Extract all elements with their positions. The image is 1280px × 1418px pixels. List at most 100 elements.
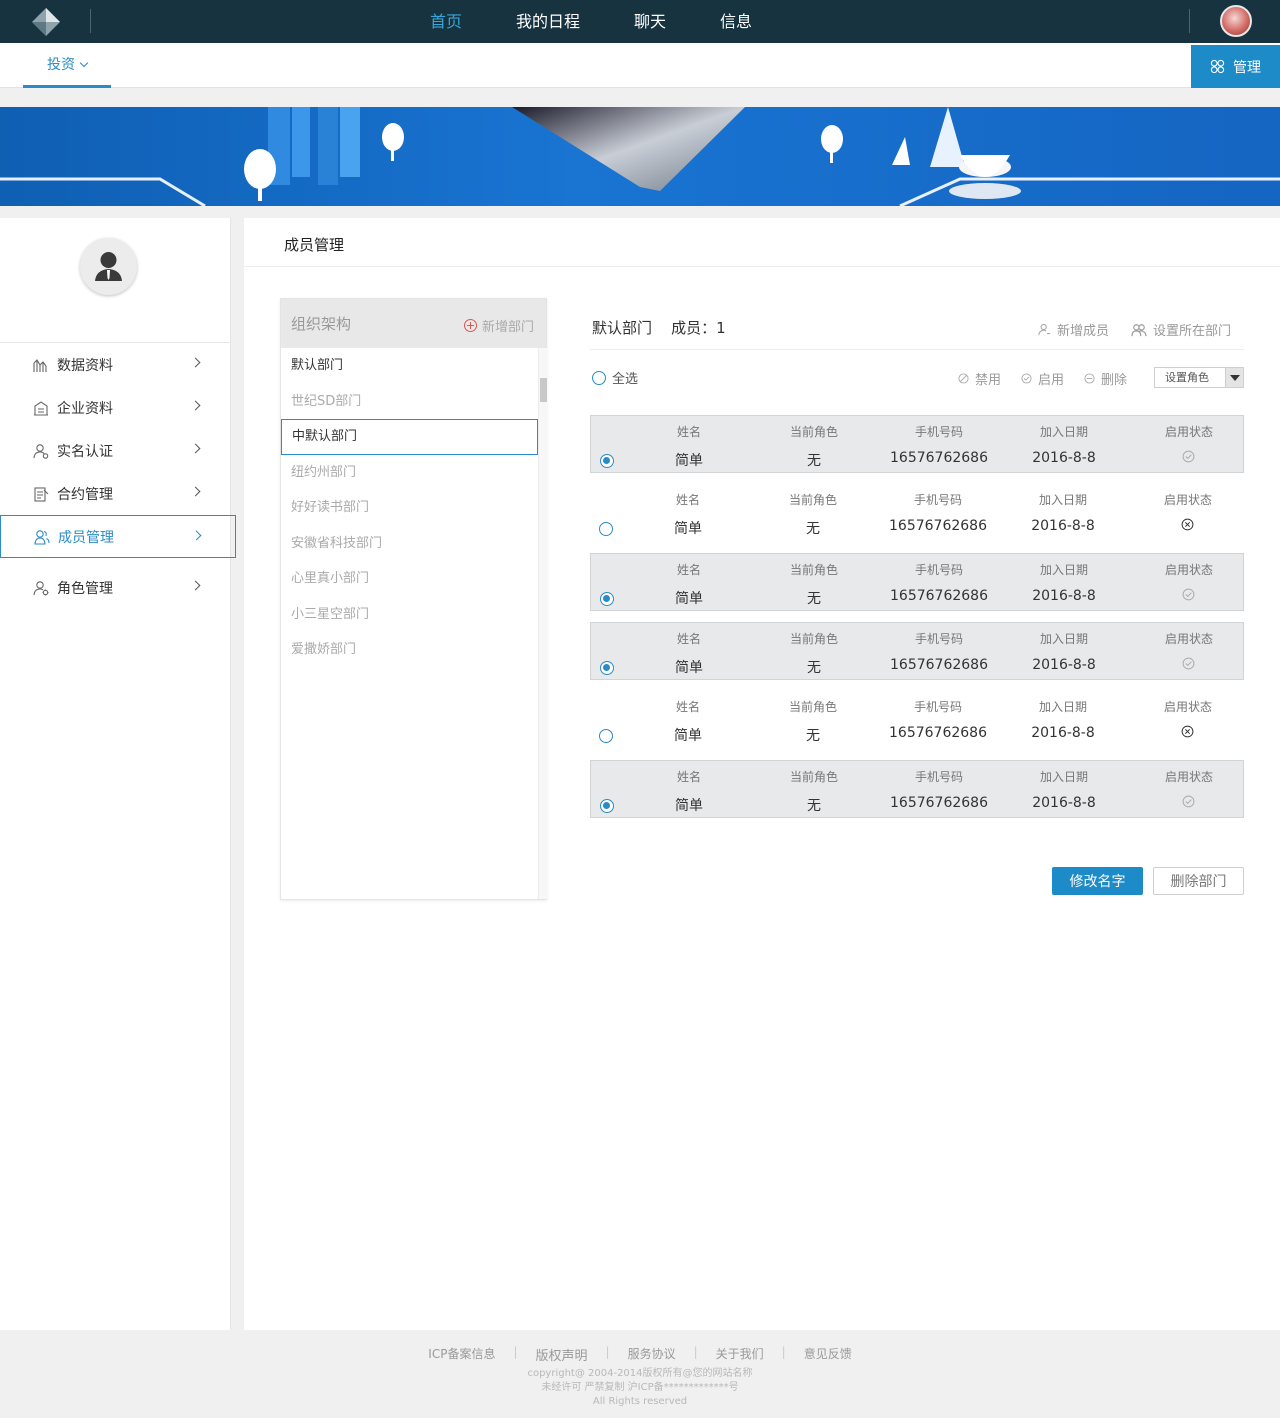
sub-bar: 投资 管理: [0, 43, 1280, 88]
col-date-label: 加入日期: [1039, 563, 1088, 577]
invest-label: 投资: [47, 57, 75, 73]
nav-schedule[interactable]: 我的日程: [516, 0, 580, 43]
sidebar-item-label: 合约管理: [57, 486, 113, 503]
rename-button[interactable]: 修改名字: [1052, 867, 1143, 895]
member-count: 成员：1: [671, 319, 726, 337]
main-panel: 成员管理 组织架构 新增部门 默认部门 世纪SD部门 中默认部门 纽约州部门 好…: [244, 218, 1280, 1330]
add-member-label: 新增成员: [1057, 324, 1110, 339]
chevron-right-icon: [190, 443, 201, 454]
col-date-label: 加入日期: [1039, 770, 1088, 784]
profile-avatar[interactable]: [80, 238, 137, 295]
col-name-label: 姓名: [676, 632, 701, 646]
col-date-label: 加入日期: [1039, 425, 1088, 439]
sidebar-item-label: 角色管理: [57, 580, 113, 597]
delete-label: 删除: [1101, 373, 1128, 388]
sidebar-menu: 数据资料 企业资料 实名认证 合约管理 成员管理 角色管理: [0, 343, 236, 609]
delete-department-button[interactable]: 删除部门: [1153, 867, 1244, 895]
department-item[interactable]: 小三星空部门: [281, 597, 538, 633]
nav-home[interactable]: 首页: [430, 0, 462, 43]
ban-icon: [958, 373, 969, 384]
member-radio[interactable]: [599, 522, 613, 536]
user-avatar[interactable]: [1220, 5, 1252, 37]
add-member-button[interactable]: 新增成员: [1038, 320, 1109, 339]
member-phone: 16576762686: [889, 518, 987, 534]
status-check-icon: [1182, 588, 1195, 601]
delete-button[interactable]: 删除: [1084, 369, 1127, 388]
member-row[interactable]: 姓名 当前角色 手机号码 加入日期 启用状态 简单 无 16576762686 …: [590, 553, 1244, 611]
member-date: 2016-8-8: [1031, 725, 1095, 741]
enable-button[interactable]: 启用: [1021, 369, 1064, 388]
license-line: 未经许可 严禁复制 沪ICP备*************号: [541, 1382, 739, 1393]
nav-divider-right: [1189, 9, 1190, 33]
sidebar-item-contract[interactable]: 合约管理: [0, 472, 236, 515]
department-item[interactable]: 爱撒娇部门: [281, 632, 538, 668]
org-header: 组织架构 新增部门: [281, 299, 546, 348]
manage-button[interactable]: 管理: [1191, 45, 1280, 88]
member-row[interactable]: 姓名 当前角色 手机号码 加入日期 启用状态 简单 无 16576762686 …: [590, 691, 1244, 749]
member-role: 无: [807, 591, 821, 607]
disable-label: 禁用: [975, 373, 1002, 388]
nav-messages[interactable]: 信息: [720, 0, 752, 43]
radio-empty-icon: [592, 370, 606, 385]
footer-link-copyright[interactable]: 版权声明: [518, 1345, 606, 1364]
nav-chat[interactable]: 聊天: [634, 0, 666, 43]
role-icon: [33, 580, 49, 595]
select-all-label: 全选: [612, 372, 639, 387]
col-role-label: 当前角色: [788, 700, 837, 714]
set-role-select[interactable]: 设置角色: [1154, 367, 1244, 388]
member-list: 姓名 当前角色 手机号码 加入日期 启用状态 简单 无 16576762686 …: [590, 415, 1244, 829]
col-role-label: 当前角色: [789, 632, 838, 646]
department-name: 默认部门: [592, 319, 653, 337]
department-item[interactable]: 心里真小部门: [281, 561, 538, 597]
scrollbar-thumb[interactable]: [540, 378, 547, 402]
contract-icon: [34, 486, 49, 502]
add-user-icon: [1038, 323, 1051, 336]
member-row[interactable]: 姓名 当前角色 手机号码 加入日期 启用状态 简单 无 16576762686 …: [590, 415, 1244, 473]
person-icon: [95, 252, 122, 281]
col-role-label: 当前角色: [788, 493, 837, 507]
footer-link-icp[interactable]: ICP备案信息: [410, 1345, 513, 1364]
member-row[interactable]: 姓名 当前角色 手机号码 加入日期 启用状态 简单 无 16576762686 …: [590, 760, 1244, 818]
member-radio-selected[interactable]: [600, 661, 614, 675]
department-item[interactable]: 纽约州部门: [281, 455, 538, 491]
member-row[interactable]: 姓名 当前角色 手机号码 加入日期 启用状态 简单 无 16576762686 …: [590, 622, 1244, 680]
add-department-button[interactable]: 新增部门: [464, 316, 534, 335]
department-item-selected[interactable]: 中默认部门: [281, 419, 538, 455]
logo-icon[interactable]: [30, 6, 62, 38]
rights-line: All Rights reserved: [592, 1396, 688, 1407]
sidebar-item-roles[interactable]: 角色管理: [0, 566, 236, 609]
footer-copyright: copyright@ 2004-2014版权所有@您的网站名称 未经许可 严禁复…: [0, 1367, 1280, 1409]
copyright-line: copyright@ 2004-2014版权所有@您的网站名称: [527, 1368, 753, 1379]
department-item[interactable]: 好好读书部门: [281, 490, 538, 526]
status-check-icon: [1182, 795, 1195, 808]
footer-link-feedback[interactable]: 意见反馈: [786, 1345, 870, 1364]
disable-button[interactable]: 禁用: [958, 369, 1001, 388]
sidebar-item-verify[interactable]: 实名认证: [0, 429, 236, 472]
footer-link-about[interactable]: 关于我们: [698, 1345, 782, 1364]
set-department-button[interactable]: 设置所在部门: [1131, 320, 1231, 339]
department-item[interactable]: 安徽省科技部门: [281, 526, 538, 562]
sidebar-item-company[interactable]: 企业资料: [0, 386, 236, 429]
department-item[interactable]: 世纪SD部门: [281, 384, 538, 420]
col-phone-label: 手机号码: [914, 632, 963, 646]
col-status-label: 启用状态: [1164, 770, 1213, 784]
member-phone: 16576762686: [890, 795, 988, 811]
department-list: 默认部门 世纪SD部门 中默认部门 纽约州部门 好好读书部门 安徽省科技部门 心…: [281, 348, 538, 668]
footer-link-terms[interactable]: 服务协议: [610, 1345, 694, 1364]
member-radio[interactable]: [599, 729, 613, 743]
chevron-down-icon: [79, 58, 89, 67]
status-check-icon: [1182, 657, 1195, 670]
check-circle-icon: [1021, 373, 1032, 384]
invest-dropdown[interactable]: 投资: [23, 43, 111, 88]
department-item[interactable]: 默认部门: [281, 348, 538, 384]
member-radio-selected[interactable]: [600, 454, 614, 468]
select-all-checkbox[interactable]: 全选: [592, 368, 638, 387]
sidebar-item-members[interactable]: 成员管理: [0, 515, 236, 558]
sidebar-item-data[interactable]: 数据资料: [0, 343, 236, 386]
member-radio-selected[interactable]: [600, 592, 614, 606]
member-radio-selected[interactable]: [600, 799, 614, 813]
add-department-label: 新增部门: [482, 320, 535, 335]
department-scrollbar[interactable]: [538, 348, 547, 899]
minus-circle-icon: [1084, 373, 1095, 384]
member-row[interactable]: 姓名 当前角色 手机号码 加入日期 启用状态 简单 无 16576762686 …: [590, 484, 1244, 542]
